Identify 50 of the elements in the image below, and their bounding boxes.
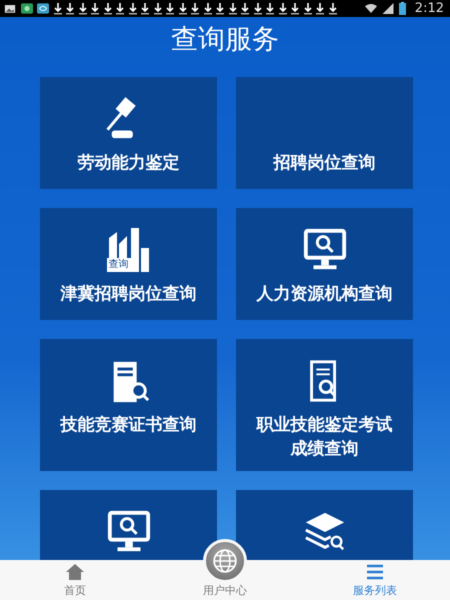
download-icon: [191, 2, 199, 14]
download-icon: [116, 2, 124, 14]
download-icon: [278, 2, 286, 14]
tile-label: 津冀招聘岗位查询: [60, 283, 196, 306]
download-icon: [216, 2, 224, 14]
download-icon: [178, 2, 186, 14]
tile-label: 人力资源机构查询: [256, 283, 392, 306]
download-icon: [128, 2, 136, 14]
page-title: 查询服务: [171, 23, 279, 57]
download-icon: [304, 2, 312, 14]
monitor-search-icon: [302, 228, 348, 272]
download-icon: [328, 2, 336, 14]
download-icon: [141, 2, 149, 14]
service-tile[interactable]: 人力资源机构查询: [236, 208, 413, 320]
download-icon: [316, 2, 324, 14]
list-icon: [365, 563, 385, 581]
download-icon: [166, 2, 174, 14]
nav-tab[interactable]: 服务列表: [300, 560, 450, 600]
tile-label: 招聘岗位查询: [274, 152, 376, 175]
tile-label: 技能竞赛证书查询: [60, 414, 196, 437]
nav-tab[interactable]: 首页: [0, 560, 150, 600]
app-icon: [37, 3, 49, 14]
download-icon: [66, 2, 74, 14]
wifi-icon: [364, 3, 377, 14]
download-icon: [241, 2, 249, 14]
user-center-tab[interactable]: 用户中心: [150, 538, 300, 600]
signal-icon: [382, 3, 394, 14]
battery-icon: [398, 2, 406, 15]
tile-label: 职业技能鉴定考试 成绩查询: [256, 414, 392, 461]
home-icon: [65, 563, 85, 581]
clock-time: 2:12: [414, 1, 444, 16]
download-icon: [291, 2, 299, 14]
download-icon: [204, 2, 212, 14]
service-tile[interactable]: 职业技能鉴定考试 成绩查询: [236, 339, 413, 471]
service-tile[interactable]: 劳动能力鉴定: [40, 77, 217, 189]
download-icon: [54, 2, 62, 14]
app-icon: [20, 3, 32, 14]
download-icon: [91, 2, 99, 14]
service-tile[interactable]: 招聘岗位查询: [236, 77, 413, 189]
download-icon: [154, 2, 162, 14]
monitor-search-icon: [106, 510, 152, 554]
download-icon: [266, 2, 274, 14]
download-icon: [228, 2, 236, 14]
download-icon: [254, 2, 262, 14]
image-icon: [4, 3, 16, 14]
service-tile[interactable]: 查询 津冀招聘岗位查询: [40, 208, 217, 320]
service-tile[interactable]: 技能竞赛证书查询: [40, 339, 217, 471]
download-icon: [104, 2, 112, 14]
tile-label: 劳动能力鉴定: [78, 152, 180, 175]
download-icon: [78, 2, 86, 14]
